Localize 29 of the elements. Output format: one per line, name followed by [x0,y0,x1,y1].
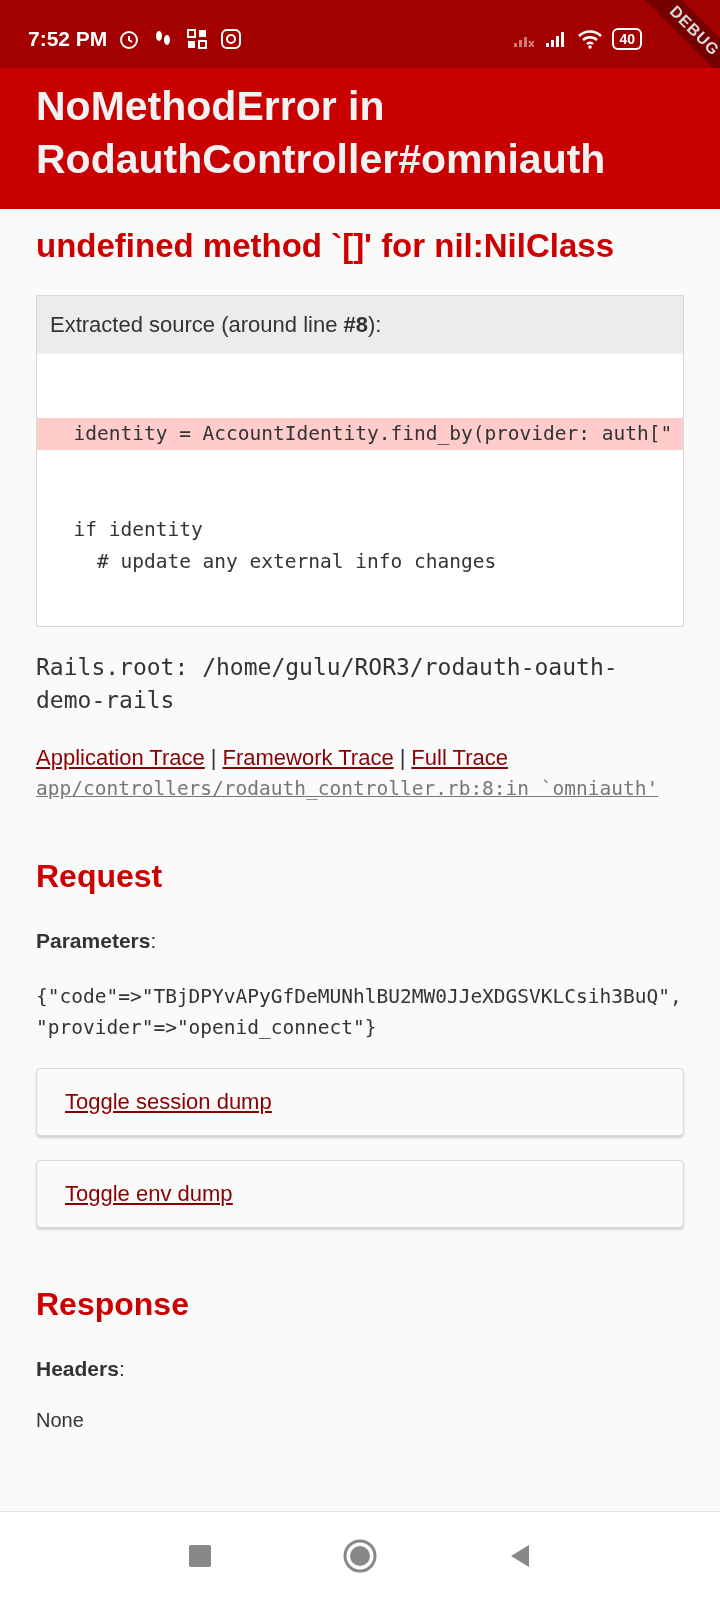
headers-value: None [36,1408,85,1432]
recents-icon[interactable] [187,1543,213,1569]
section-heading: Request [36,858,164,896]
parameters-text: {"code"=>"TBjDPYvAPyGfDeMUNhlBU2MW0JJeXDGSVKLCsih3BuQ", [36,984,683,1011]
code-line: if identity [72,516,204,543]
trace-line-link[interactable]: app/controllers/rodauth_controller.rb:8:in `omniauth' [36,777,684,801]
error-title: RodauthController#omniauth [36,135,607,185]
headers-label: Headers: [36,1356,126,1381]
trace-link[interactable]: Full Trace [411,745,508,772]
home-icon[interactable] [343,1539,377,1573]
parameters-label: Parameters: [36,929,158,954]
link-separator: | [210,745,217,772]
battery-level: 40 [612,28,642,50]
section-heading: Response [36,1285,190,1323]
wifi-icon [578,27,603,51]
rails-root: Rails.root: /home/gulu/ROR3/rodauth-oauth-demo-rails [36,652,619,715]
link-separator: | [399,745,406,772]
code-line: # update any external info changes [95,548,498,575]
parameters-text: "provider"=>"openid_connect"} [36,1015,378,1042]
source-title: Extracted source (around line #8): [37,295,683,354]
toggle-link[interactable]: Toggle env dump [36,1159,684,1228]
error-message: undefined method `[]' for nil:NilClass [36,226,615,265]
error-title: NoMethodError in [36,82,386,131]
grid-icon [185,27,210,51]
toggle-link[interactable]: Toggle session dump [36,1067,684,1136]
status-time: 7:52 PM [28,27,108,51]
trace-link[interactable]: Application Trace [36,745,205,772]
camera-icon [219,27,244,51]
trace-link[interactable]: Framework Trace [222,745,394,772]
